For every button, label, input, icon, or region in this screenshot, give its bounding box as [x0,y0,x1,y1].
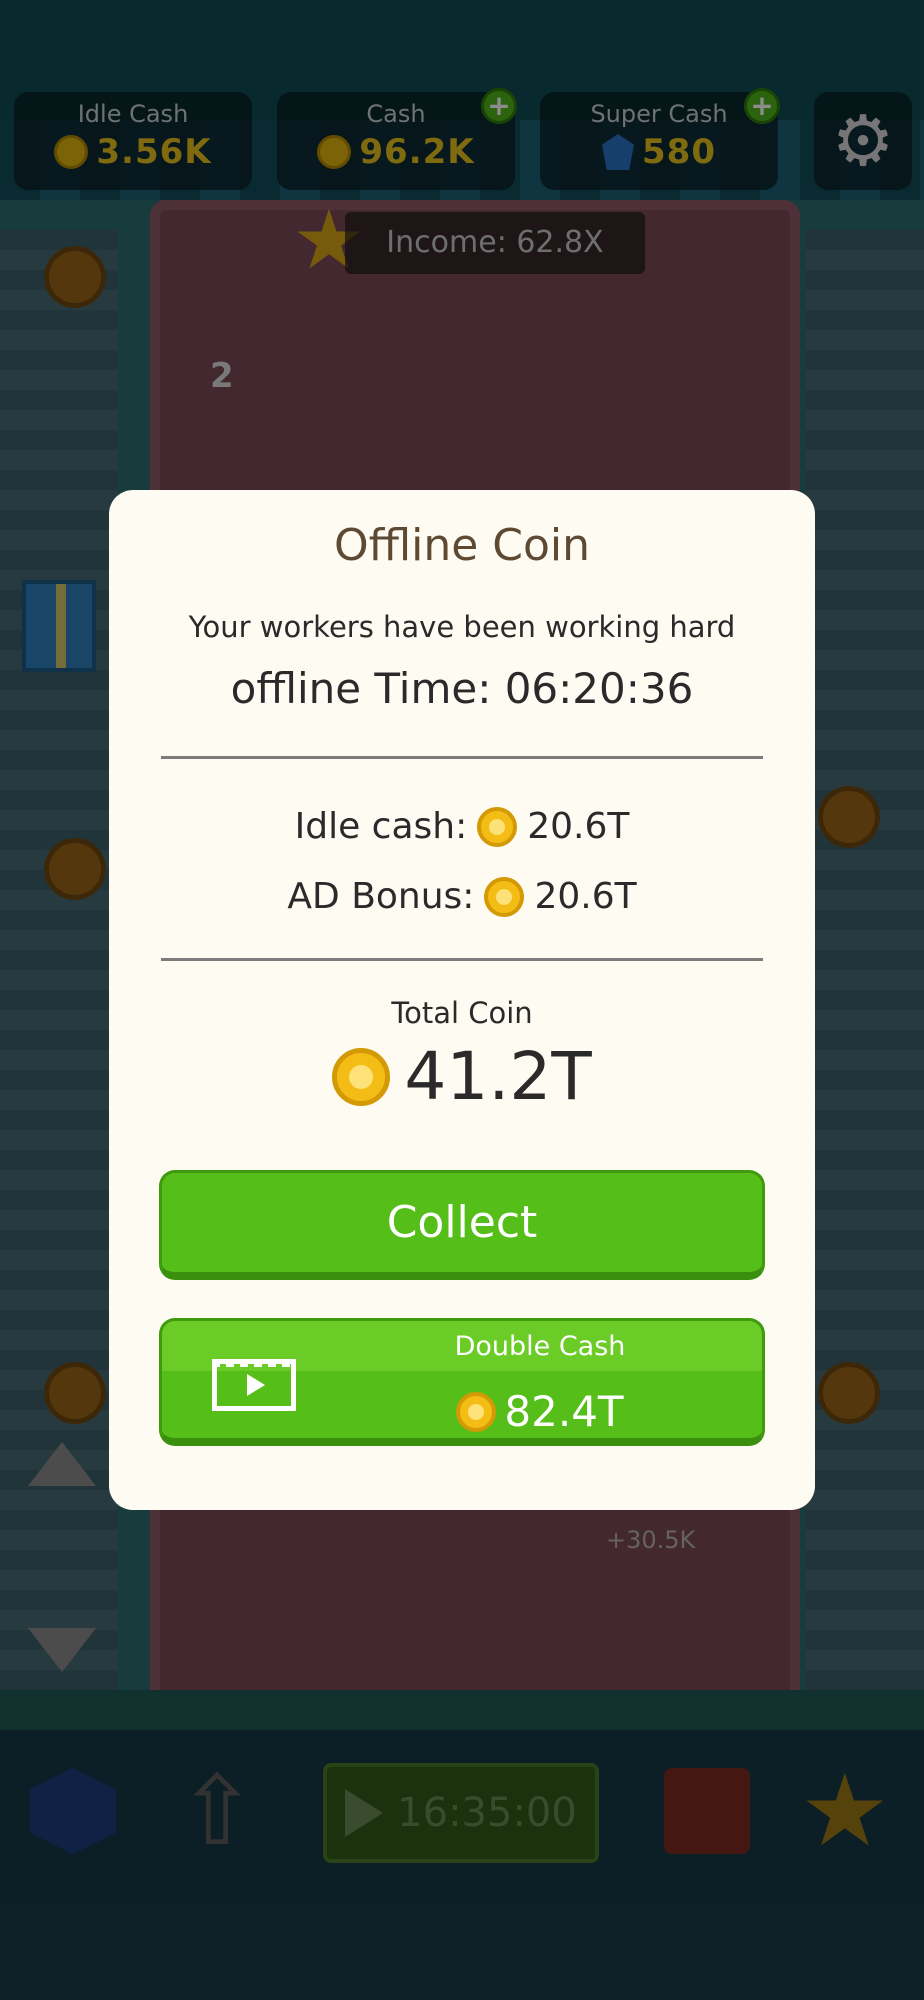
offline-coin-dialog: Offline Coin Your workers have been work… [109,490,815,1510]
ad-bonus-row: AD Bonus: 20.6T [109,876,815,917]
double-cash-value: 82.4T [504,1387,624,1436]
double-cash-label: Double Cash [454,1331,626,1362]
total-coin-row: 41.2T [109,1038,815,1115]
double-cash-amount: 82.4T [312,1387,768,1436]
coin-icon [477,806,518,847]
video-ad-icon [212,1359,296,1411]
divider [161,958,763,961]
ad-bonus-value: 20.6T [534,876,637,917]
ad-bonus-label: AD Bonus: [287,876,475,917]
offline-time: offline Time: 06:20:36 [230,664,694,713]
total-coin-label: Total Coin [391,996,533,1030]
coin-icon [332,1047,391,1106]
idle-cash-row: Idle cash: 20.6T [109,806,815,847]
divider [161,756,763,759]
idle-cash-row-value: 20.6T [527,806,630,847]
total-coin-value: 41.2T [404,1038,592,1115]
dialog-subtitle: Your workers have been working hard [188,610,736,644]
idle-cash-row-label: Idle cash: [294,806,468,847]
collect-button[interactable]: Collect [159,1170,765,1280]
double-cash-button[interactable]: Double Cash 82.4T [159,1318,765,1446]
coin-icon [456,1391,497,1432]
dialog-title: Offline Coin [333,520,591,571]
coin-icon [484,876,525,917]
